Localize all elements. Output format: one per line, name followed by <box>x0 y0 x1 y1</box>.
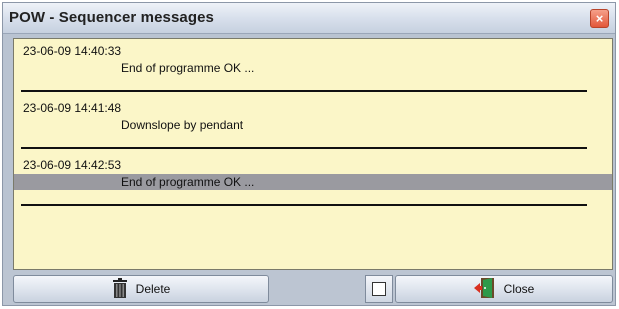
message-separator <box>21 204 587 206</box>
message-separator <box>21 147 587 149</box>
message-text: End of programme OK ... <box>14 174 612 190</box>
message-list[interactable]: 23-06-09 14:40:33 End of programme OK ..… <box>13 38 613 270</box>
title-bar[interactable]: POW - Sequencer messages × <box>3 3 615 34</box>
message-separator <box>21 90 587 92</box>
exit-door-icon <box>473 277 496 302</box>
message-timestamp: 23-06-09 14:41:48 <box>23 101 122 115</box>
message-item[interactable]: 23-06-09 14:41:48 Downslope by pendant <box>14 96 612 153</box>
message-text: End of programme OK ... <box>121 61 255 75</box>
delete-label: Delete <box>135 282 171 296</box>
close-button[interactable]: Close <box>395 275 613 303</box>
option-checkbox[interactable] <box>365 275 393 303</box>
message-item[interactable]: 23-06-09 14:40:33 End of programme OK ..… <box>14 39 612 96</box>
close-icon[interactable]: × <box>590 9 609 28</box>
trash-icon <box>112 277 128 301</box>
message-timestamp: 23-06-09 14:42:53 <box>23 158 122 172</box>
message-item-selected[interactable]: 23-06-09 14:42:53 End of programme OK ..… <box>14 153 612 210</box>
close-label: Close <box>503 282 535 296</box>
window-title: POW - Sequencer messages <box>9 9 214 26</box>
delete-button[interactable]: Delete <box>13 275 269 303</box>
checkbox-box[interactable] <box>372 282 386 296</box>
message-timestamp: 23-06-09 14:40:33 <box>23 44 122 58</box>
message-text: Downslope by pendant <box>121 118 244 132</box>
sequencer-messages-window: POW - Sequencer messages × 23-06-09 14:4… <box>2 2 616 306</box>
button-bar: Delete Close <box>3 270 615 305</box>
